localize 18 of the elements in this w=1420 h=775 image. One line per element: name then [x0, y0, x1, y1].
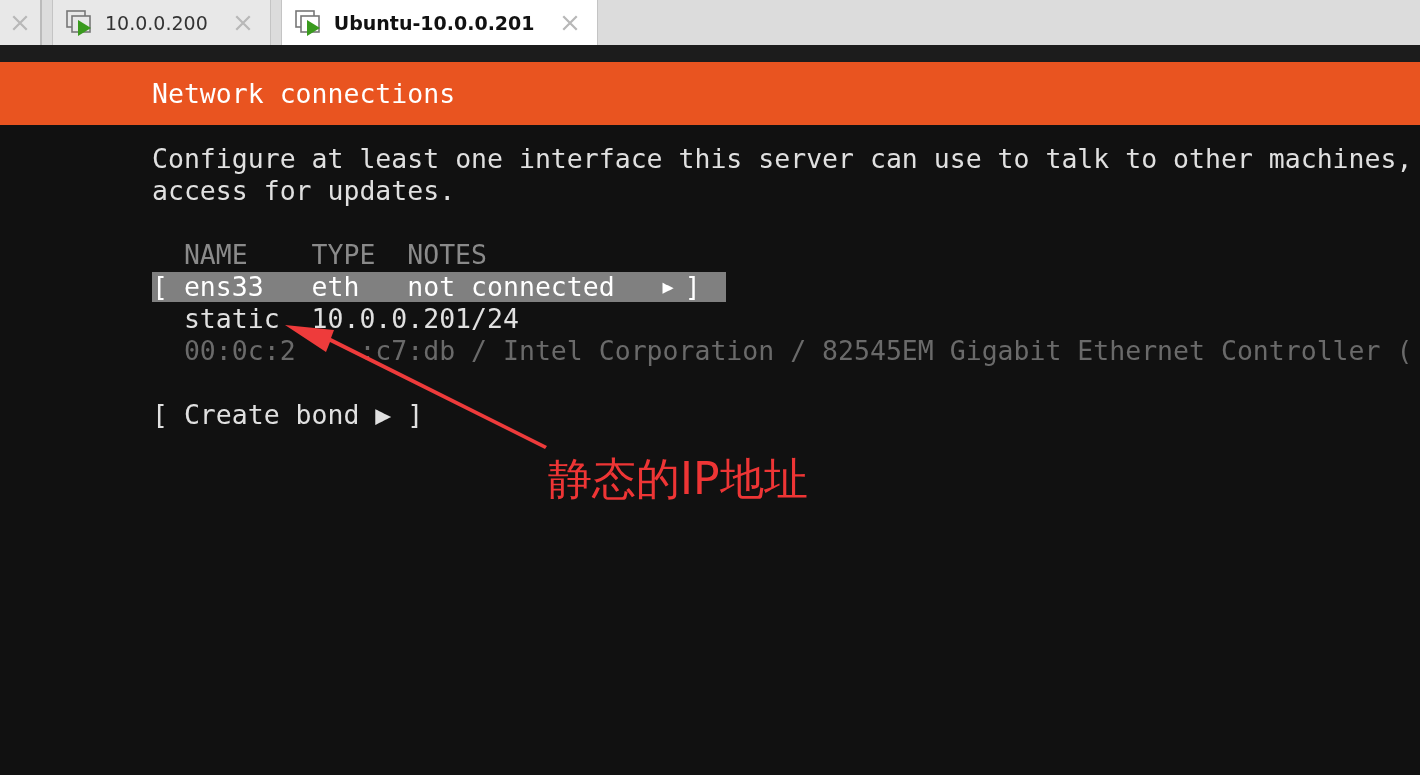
interface-row[interactable]: [ ens33 eth not connected ▶ ]	[152, 272, 727, 302]
description-text: access for updates.	[152, 175, 457, 207]
column-header: NOTES	[407, 239, 489, 271]
close-icon[interactable]	[233, 13, 252, 32]
address-method: static	[183, 303, 281, 335]
tab[interactable]: Ubuntu-10.0.0.201	[280, 0, 598, 45]
create-bond-button[interactable]: [ Create bond ▶ ]	[152, 399, 424, 431]
ip-address: 10.0.0.201/24	[311, 303, 519, 335]
description-text: Configure at least one interface this server can use to talk to other machines,	[152, 143, 1414, 175]
hardware-info: :c7:db / Intel Corporation / 82545EM Gigabit Ethernet Controller (	[359, 335, 1413, 367]
column-header: TYPE	[311, 239, 377, 271]
close-icon[interactable]	[11, 13, 29, 32]
close-icon[interactable]	[560, 13, 579, 32]
screen-title: Network connections	[152, 78, 456, 109]
tab[interactable]: 10.0.0.200	[52, 0, 271, 45]
hardware-info: 00:0c:2	[183, 335, 296, 367]
annotation-text: 静态的IP地址	[548, 452, 808, 506]
column-header: NAME	[183, 239, 249, 271]
